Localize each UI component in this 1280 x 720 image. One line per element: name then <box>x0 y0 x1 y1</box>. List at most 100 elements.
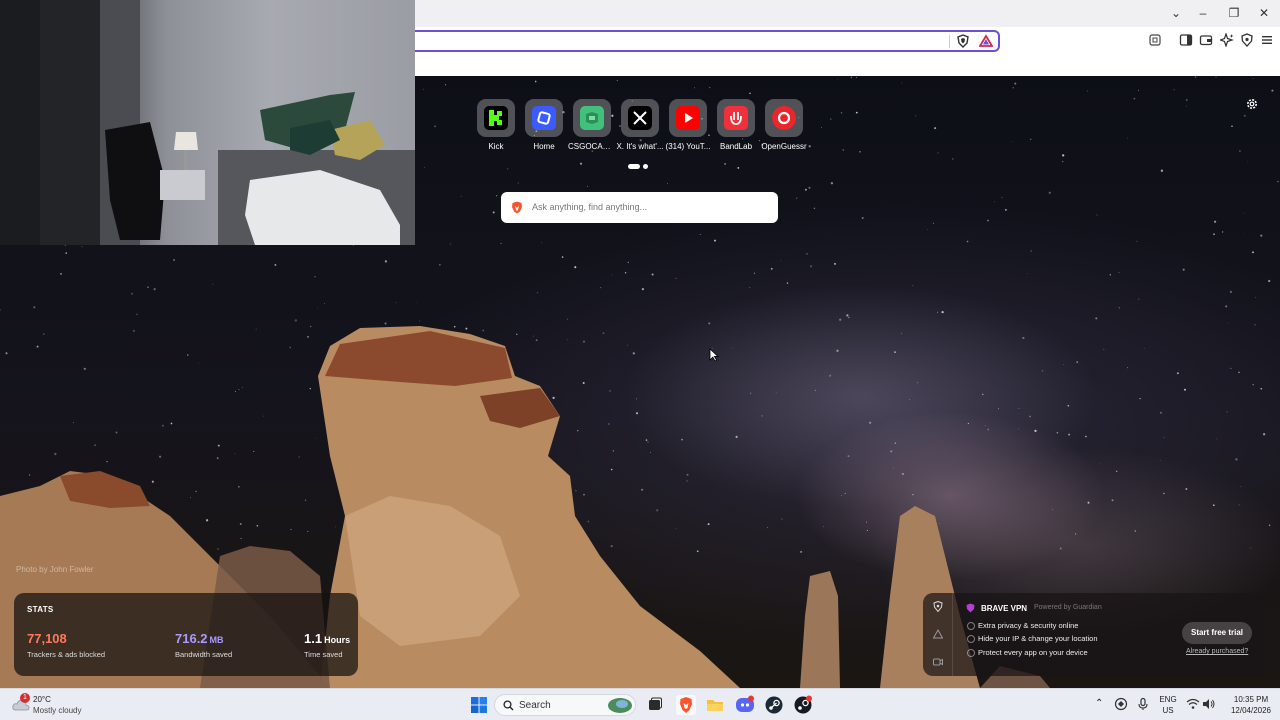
star <box>238 388 240 391</box>
star <box>1144 348 1145 350</box>
language-indicator-us[interactable]: US <box>1158 706 1178 715</box>
new-tab-search-box[interactable]: Ask anything, find anything... <box>501 192 778 223</box>
star <box>132 329 136 333</box>
star <box>967 422 970 425</box>
star <box>1011 141 1013 143</box>
star <box>1184 388 1186 391</box>
brave-shields-icon[interactable] <box>956 34 970 48</box>
star <box>1254 324 1256 326</box>
star <box>535 339 538 342</box>
taskbar-clock-time[interactable]: 10:35 PM <box>1226 695 1276 704</box>
star <box>1076 361 1078 363</box>
customize-gear-icon[interactable] <box>1245 97 1259 111</box>
vpn-tab-icon[interactable] <box>933 601 943 612</box>
star <box>65 252 67 254</box>
star <box>912 285 914 287</box>
star <box>694 87 695 89</box>
star <box>1239 150 1241 152</box>
address-bar[interactable] <box>415 30 1000 52</box>
taskbar-search[interactable]: Search <box>494 694 636 716</box>
network-status-icon[interactable] <box>1114 697 1128 711</box>
star <box>574 266 577 269</box>
star <box>775 392 777 394</box>
vpn-feature: Hide your IP & change your location <box>967 634 1098 643</box>
star <box>1118 306 1121 309</box>
pagination-dot-active[interactable] <box>628 164 640 169</box>
rewards-tab-icon[interactable] <box>933 629 943 639</box>
star <box>205 519 209 522</box>
star <box>5 352 8 355</box>
top-site-label: X. It's what'... <box>616 142 664 151</box>
restore-button[interactable]: ❐ <box>1225 5 1243 21</box>
star <box>1030 138 1032 140</box>
star <box>1018 408 1020 409</box>
star <box>847 455 850 458</box>
file-explorer-icon[interactable] <box>705 695 725 715</box>
vpn-shield-icon[interactable] <box>1240 33 1254 47</box>
star <box>894 442 897 444</box>
star <box>216 457 219 459</box>
top-site-openguessr[interactable]: OpenGuessr <box>760 99 808 151</box>
star <box>1109 274 1111 276</box>
star <box>577 430 579 432</box>
star <box>289 346 292 349</box>
microphone-icon[interactable] <box>1136 697 1150 711</box>
time-unit: Hours <box>324 635 351 645</box>
language-indicator-eng[interactable]: ENG <box>1158 695 1178 704</box>
steam-secondary-icon[interactable] <box>793 695 813 715</box>
top-site-csgocase[interactable]: CSGOCASE... <box>568 99 616 151</box>
reading-mode-icon[interactable] <box>1148 33 1162 47</box>
discord-icon[interactable] <box>735 695 755 715</box>
wifi-icon[interactable] <box>1186 698 1200 710</box>
top-site-bandlab[interactable]: BandLab <box>712 99 760 151</box>
star <box>987 219 989 222</box>
photo-credit[interactable]: Photo by John Fowler <box>16 565 93 574</box>
show-hidden-icons-chevron-icon[interactable]: ⌃ <box>1095 698 1103 709</box>
leo-ai-icon[interactable] <box>1220 33 1234 47</box>
brave-browser-taskbar-icon[interactable] <box>676 695 696 715</box>
talk-tab-icon[interactable] <box>933 657 943 667</box>
star <box>307 335 309 338</box>
star <box>317 307 318 309</box>
openguessr-icon <box>772 106 796 130</box>
star <box>915 115 917 117</box>
star <box>1226 411 1228 413</box>
star <box>1063 364 1064 365</box>
brave-rewards-icon[interactable] <box>979 34 993 48</box>
minimize-button[interactable]: – <box>1194 5 1212 21</box>
star <box>131 292 134 295</box>
sidebar-icon[interactable] <box>1179 33 1193 47</box>
top-site-youtube[interactable]: (314) YouT... <box>664 99 712 151</box>
already-purchased-link[interactable]: Already purchased? <box>1186 648 1248 655</box>
taskbar-clock-date[interactable]: 12/04/2026 <box>1226 706 1276 715</box>
star <box>1247 160 1248 162</box>
star <box>1271 89 1274 92</box>
star <box>770 267 773 270</box>
star <box>941 310 944 314</box>
star <box>844 492 846 494</box>
volume-icon[interactable] <box>1202 698 1216 710</box>
start-free-trial-button[interactable]: Start free trial <box>1182 622 1252 644</box>
star <box>81 246 83 248</box>
star <box>298 456 300 458</box>
top-site-home[interactable]: Home <box>520 99 568 151</box>
tab-search-chevron-icon[interactable]: ⌄ <box>1167 5 1185 21</box>
pagination-dot[interactable] <box>643 164 648 169</box>
close-window-button[interactable]: ✕ <box>1255 5 1273 21</box>
star <box>865 521 867 523</box>
top-site-x[interactable]: X. It's what'... <box>616 99 664 151</box>
menu-icon[interactable] <box>1260 33 1274 47</box>
star <box>492 211 495 214</box>
star <box>161 424 164 427</box>
steam-icon[interactable] <box>764 695 784 715</box>
task-view-icon[interactable] <box>645 695 665 715</box>
stats-widget[interactable]: STATS 77,108 Trackers & ads blocked 716.… <box>14 593 358 676</box>
star <box>151 480 154 483</box>
star <box>1244 233 1245 235</box>
wallet-icon[interactable] <box>1199 33 1213 47</box>
star <box>1067 404 1070 407</box>
star <box>241 386 244 388</box>
top-site-kick[interactable]: Kick <box>472 99 520 151</box>
weather-widget[interactable]: 1 20°C Mostly cloudy <box>10 692 100 718</box>
windows-start-icon[interactable] <box>469 695 489 715</box>
